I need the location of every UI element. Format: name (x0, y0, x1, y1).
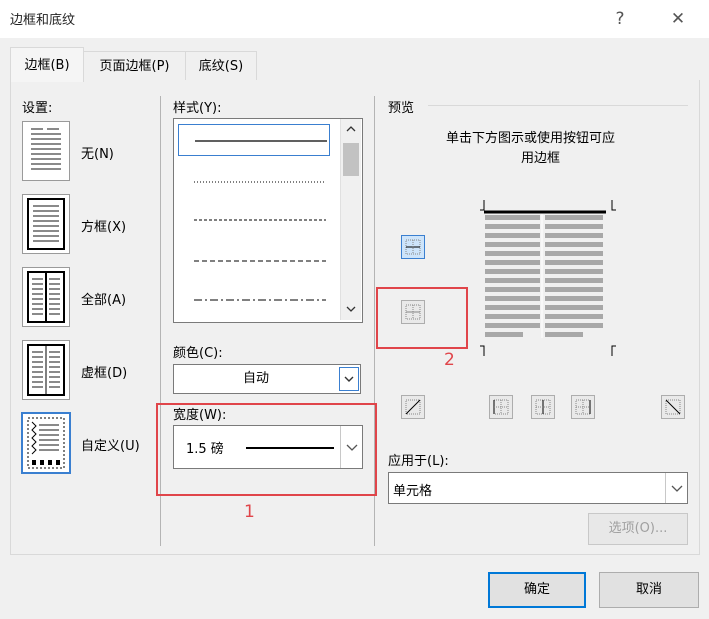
border-left-button[interactable] (489, 395, 513, 419)
color-dropdown-arrow[interactable] (339, 367, 359, 391)
setting-box-graphic (27, 198, 65, 250)
annotation-number-1: 1 (244, 502, 255, 522)
preview-hint-line2: 用边框 (521, 151, 561, 166)
solid-line-icon (195, 140, 327, 142)
preview-title: 预览 (388, 101, 415, 116)
annotation-box-1 (156, 403, 377, 496)
left-border-icon (493, 399, 509, 415)
style-option-dashed-fine[interactable] (178, 204, 328, 234)
preview-diagram[interactable] (478, 198, 618, 358)
border-top-inside-button[interactable] (401, 235, 425, 259)
scrollbar-graphic (343, 126, 359, 312)
chevron-down-icon (344, 376, 354, 382)
inside-horizontal-border-icon (405, 239, 421, 255)
style-title: 样式(Y): (173, 101, 222, 116)
setting-grid-label[interactable]: 虚框(D) (81, 362, 127, 381)
tab-page-borders[interactable]: 页面边框(P) (83, 51, 186, 81)
scroll-thumb (343, 143, 359, 176)
apply-to-value: 单元格 (393, 484, 433, 499)
setting-custom-icon[interactable] (21, 412, 71, 474)
diagonal-up-border-icon (405, 399, 421, 415)
title-bar (0, 0, 709, 38)
style-scrollbar[interactable] (340, 119, 361, 320)
style-option-dotted[interactable] (178, 166, 328, 196)
dashed-line-icon (194, 260, 326, 262)
diagonal-down-border-button[interactable] (661, 395, 685, 419)
dashed-fine-line-icon (194, 219, 326, 221)
settings-title: 设置: (22, 101, 53, 116)
style-option-dashed[interactable] (178, 245, 328, 275)
right-border-icon (575, 399, 591, 415)
apply-to-dropdown[interactable]: 单元格 (388, 472, 688, 504)
ok-button[interactable]: 确定 (488, 572, 586, 608)
setting-all-graphic (27, 271, 65, 323)
setting-none-label[interactable]: 无(N) (81, 143, 114, 162)
apply-to-dropdown-arrow[interactable] (665, 473, 688, 503)
cancel-button[interactable]: 取消 (599, 572, 699, 608)
diagonal-up-border-button[interactable] (401, 395, 425, 419)
apply-to-title: 应用于(L): (388, 454, 449, 469)
preview-title-line (428, 105, 688, 106)
inside-vertical-border-icon (535, 399, 551, 415)
scroll-up-icon (346, 126, 356, 132)
border-right-button[interactable] (571, 395, 595, 419)
setting-box-label[interactable]: 方框(X) (81, 216, 126, 235)
close-button[interactable]: ✕ (665, 6, 691, 32)
setting-all-label[interactable]: 全部(A) (81, 289, 126, 308)
tab-shading[interactable]: 底纹(S) (185, 51, 257, 81)
setting-custom-graphic (27, 417, 65, 469)
annotation-box-2 (376, 287, 468, 349)
annotation-number-2: 2 (444, 350, 455, 370)
style-listbox[interactable] (173, 118, 363, 323)
dotted-line-icon (194, 181, 326, 183)
style-option-solid[interactable] (178, 124, 330, 156)
setting-box-icon[interactable] (22, 194, 70, 254)
setting-none-graphic (31, 128, 61, 170)
border-inside-vertical-button[interactable] (531, 395, 555, 419)
window-title: 边框和底纹 (10, 13, 76, 28)
scroll-down-icon (346, 306, 356, 312)
tab-borders[interactable]: 边框(B) (10, 47, 84, 82)
dash-dot-line-icon (194, 299, 326, 301)
setting-custom-label[interactable]: 自定义(U) (81, 435, 140, 454)
color-title: 颜色(C): (173, 346, 223, 361)
diagonal-down-border-icon (665, 399, 681, 415)
style-option-dash-dot[interactable] (178, 284, 328, 314)
help-button[interactable]: ? (607, 6, 633, 32)
color-value: 自动 (242, 371, 269, 386)
setting-all-icon[interactable] (22, 267, 70, 327)
setting-none-icon[interactable] (22, 121, 70, 181)
preview-hint-line1: 单击下方图示或使用按钮可应 (446, 131, 616, 146)
chevron-down-icon-3 (671, 485, 683, 492)
options-button[interactable]: 选项(O)... (588, 513, 688, 545)
color-dropdown[interactable]: 自动 (173, 364, 361, 394)
setting-grid-icon[interactable] (22, 340, 70, 400)
setting-grid-graphic (27, 344, 65, 396)
